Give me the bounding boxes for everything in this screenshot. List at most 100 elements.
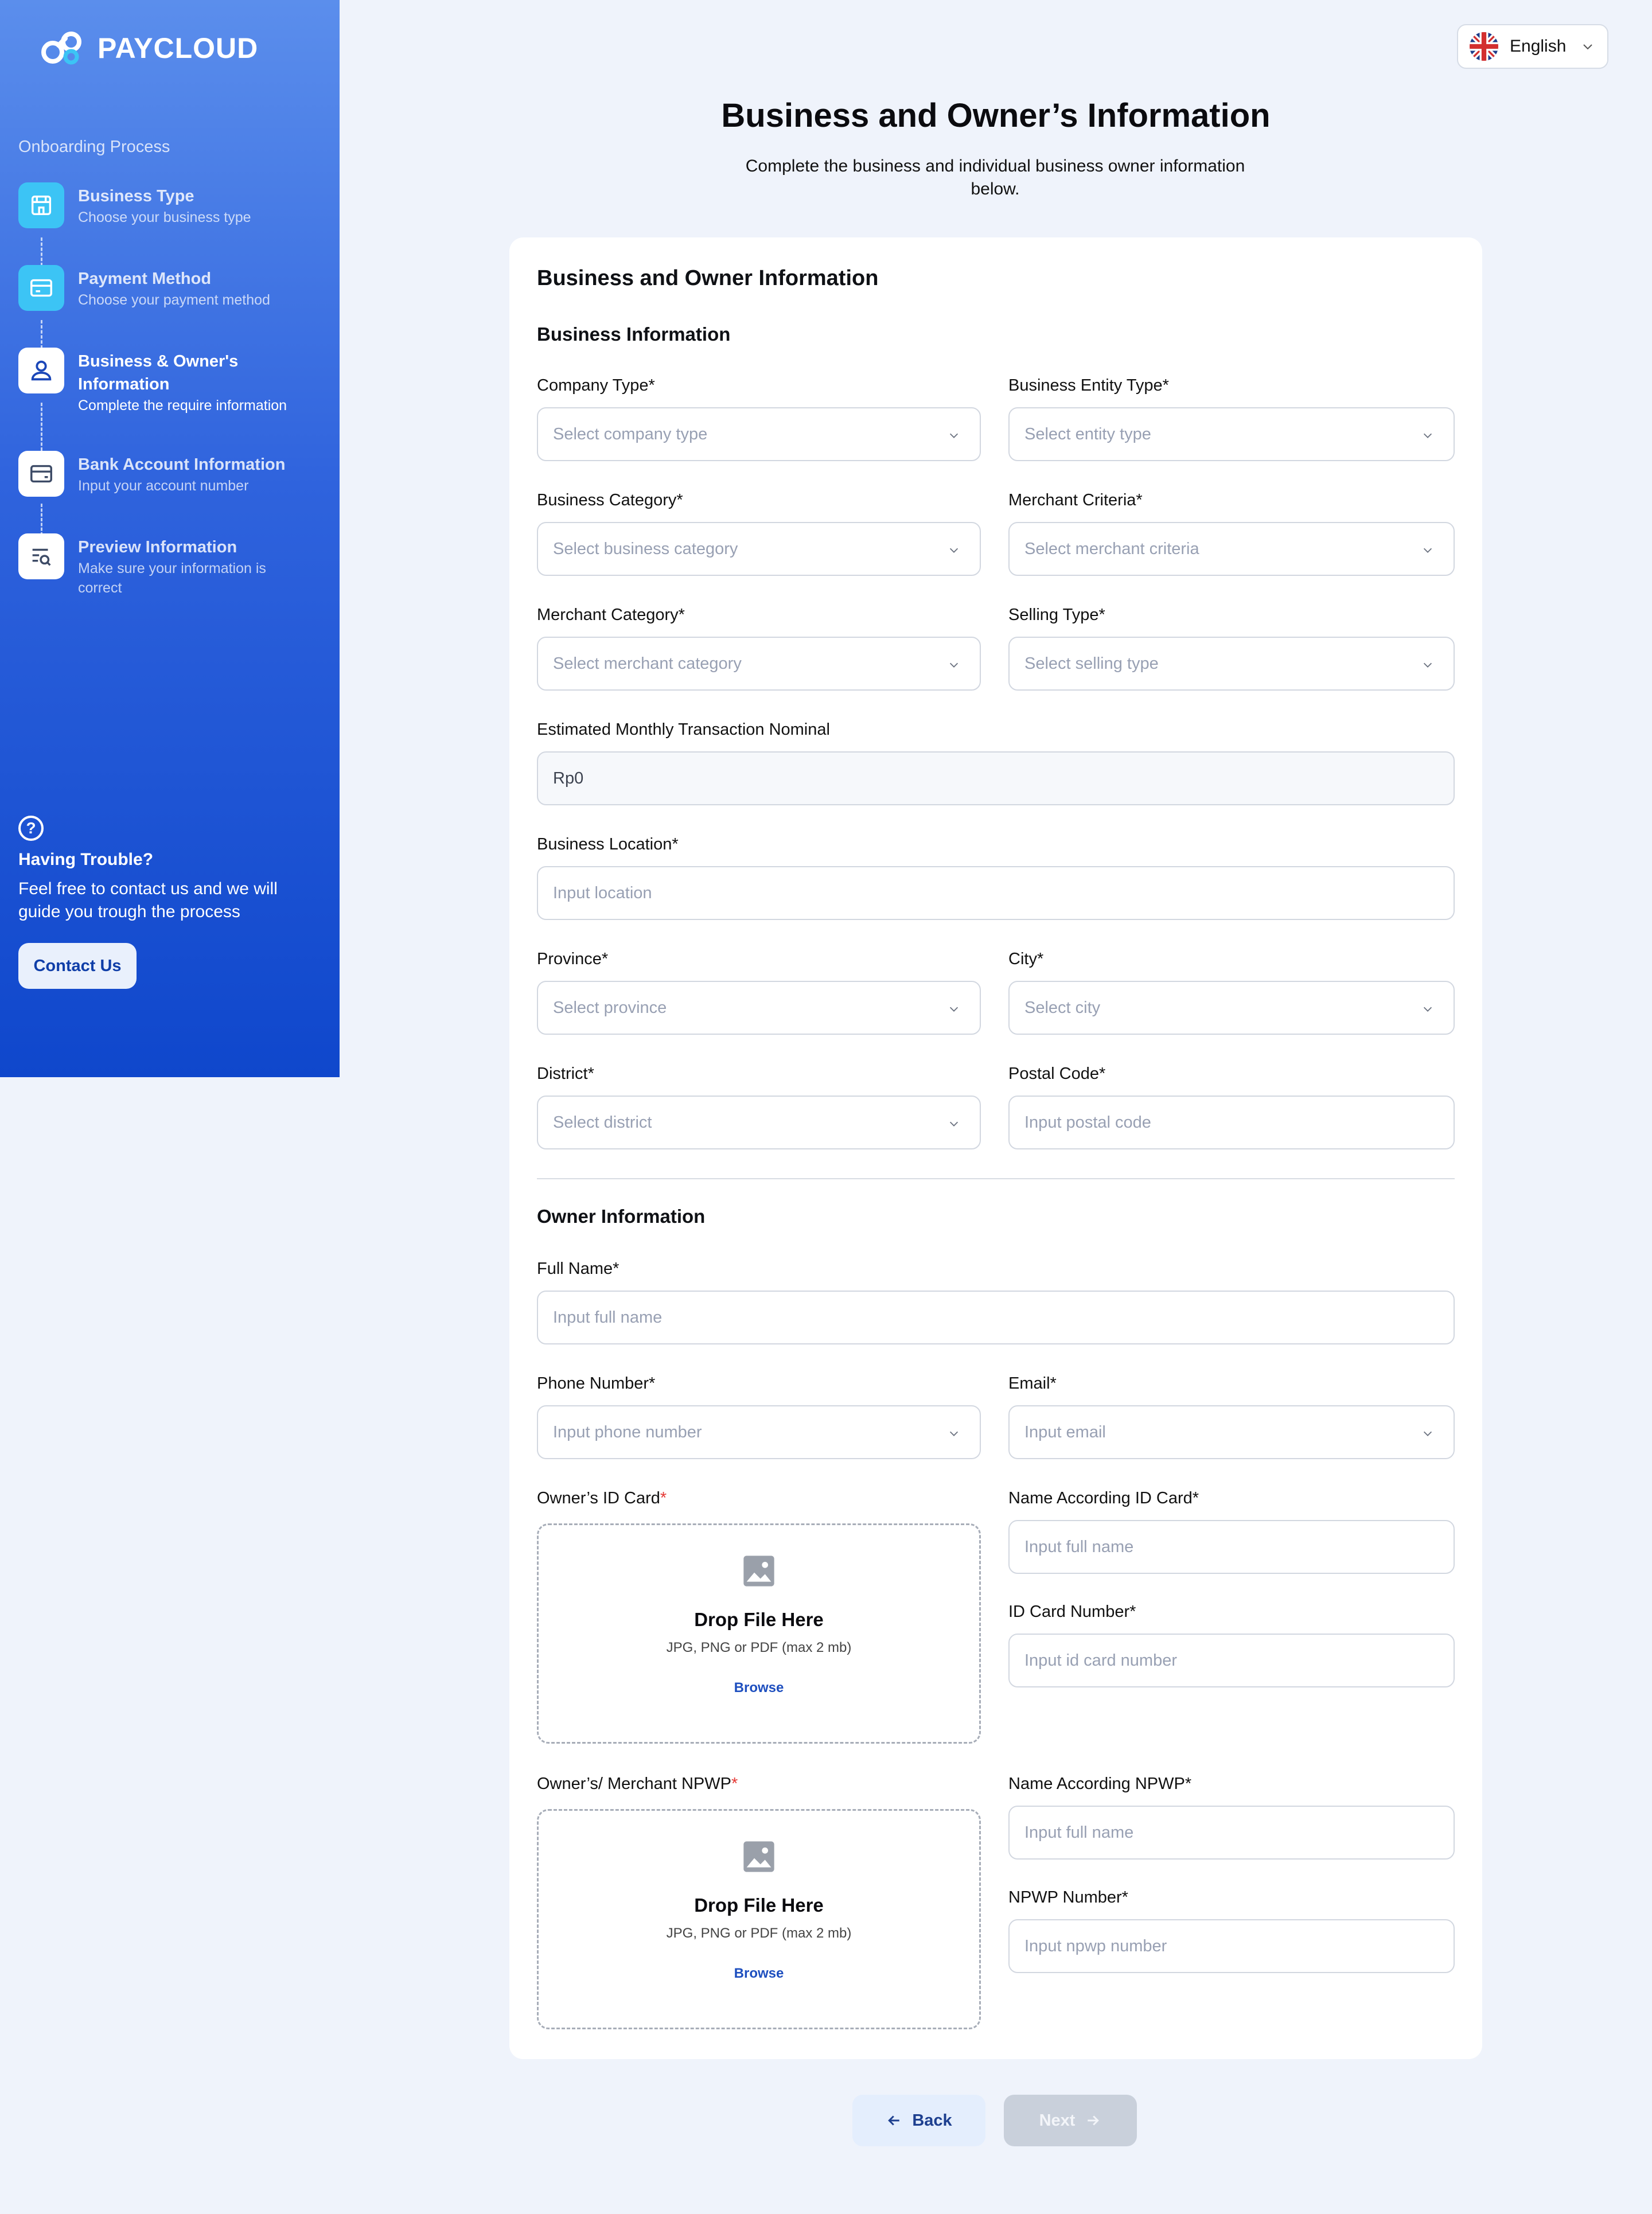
paycloud-logo-icon [41,32,81,65]
back-button[interactable]: Back [852,2095,985,2146]
uk-flag-icon [1470,32,1498,61]
location-label: Business Location* [537,835,679,853]
arrow-right-icon [1088,2115,1100,2126]
monthly-nominal-input[interactable]: Rp0 [537,751,1455,805]
merchant-category-label: Merchant Category* [537,606,685,624]
email-input[interactable]: Input email [1008,1405,1455,1459]
selling-type-select[interactable]: Select selling type [1008,637,1455,691]
language-selector[interactable]: English [1457,24,1608,69]
logo-text: PAYCLOUD [98,32,259,64]
browse-link[interactable]: Browse [734,1966,784,1982]
monthly-nominal-value: Rp0 [553,769,584,788]
full-name-placeholder: Input full name [553,1308,663,1327]
list-search-icon [18,533,64,579]
province-placeholder: Select province [553,998,667,1017]
browse-link[interactable]: Browse [734,1680,784,1696]
entity-type-placeholder: Select entity type [1024,424,1151,443]
id-number-input[interactable]: Input id card number [1008,1634,1455,1687]
wallet-icon [18,451,64,497]
help-desc: Feel free to contact us and we will guid… [18,879,278,921]
step-payment-method[interactable]: Payment Method Choose your payment metho… [18,265,328,311]
npwp-name-input[interactable]: Input full name [1008,1806,1455,1860]
back-label: Back [912,2111,952,2130]
step-connector [41,237,42,266]
chevron-down-icon [1423,1431,1432,1436]
chevron-down-icon [1423,662,1432,668]
province-label: Province* [537,950,609,968]
city-select[interactable]: Select city [1008,981,1455,1035]
card-icon [18,265,64,311]
step-name: Payment Method [78,270,212,288]
store-icon [18,182,64,228]
npwp-dropzone[interactable]: Drop File Here JPG, PNG or PDF (max 2 mb… [537,1809,981,2029]
chevron-down-icon [1423,548,1432,553]
step-name: Business Type [78,187,194,205]
selling-type-placeholder: Select selling type [1024,654,1159,673]
next-button[interactable]: Next [1004,2095,1137,2146]
company-type-label: Company Type* [537,376,655,395]
chevron-down-icon [1423,1007,1432,1012]
monthly-nominal-label: Estimated Monthly Transaction Nominal [537,720,830,739]
full-name-input[interactable]: Input full name [537,1291,1455,1344]
step-business-owner-info[interactable]: Business & Owner's Information Complete … [18,348,328,415]
step-name: Preview Information [78,538,237,556]
company-type-placeholder: Select company type [553,424,708,443]
page-title: Business and Owner’s Information [721,97,1271,134]
form-card: Business and Owner Information Business … [509,237,1482,2059]
phone-input[interactable]: Input phone number [537,1405,981,1459]
selling-type-label: Selling Type* [1008,606,1105,624]
step-desc: Choose your payment method [78,292,270,308]
card-title: Business and Owner Information [537,266,879,290]
district-select[interactable]: Select district [537,1096,981,1149]
full-name-label: Full Name* [537,1260,620,1278]
phone-label: Phone Number* [537,1374,656,1393]
npwp-number-input[interactable]: Input npwp number [1008,1919,1455,1973]
contact-us-button[interactable]: Contact Us [18,943,137,989]
chevron-down-icon [949,1431,959,1436]
city-placeholder: Select city [1024,998,1101,1017]
id-card-dropzone[interactable]: Drop File Here JPG, PNG or PDF (max 2 mb… [537,1523,981,1744]
required-mark: * [660,1489,667,1507]
merchant-category-select[interactable]: Select merchant category [537,637,981,691]
chevron-down-icon [949,433,959,438]
step-preview-information[interactable]: Preview Information Make sure your infor… [18,533,328,598]
chevron-down-icon [949,662,959,668]
chevron-down-icon [1583,44,1592,50]
business-category-placeholder: Select business category [553,539,738,558]
district-placeholder: Select district [553,1113,652,1132]
dropzone-hint: JPG, PNG or PDF (max 2 mb) [666,1925,852,1941]
postal-code-label: Postal Code* [1008,1065,1106,1083]
npwp-name-label: Name According NPWP* [1008,1775,1192,1793]
step-bank-account[interactable]: Bank Account Information Input your acco… [18,451,328,497]
company-type-select[interactable]: Select company type [537,407,981,461]
npwp-label-text: Owner’s/ Merchant NPWP [537,1775,731,1793]
business-category-select[interactable]: Select business category [537,522,981,576]
step-name: Bank Account Information [78,455,286,474]
chevron-down-icon [1423,433,1432,438]
id-name-input[interactable]: Input full name [1008,1520,1455,1574]
help-title: Having Trouble? [18,850,154,869]
entity-type-label: Business Entity Type* [1008,376,1169,395]
user-icon [18,348,64,393]
paycloud-logo[interactable]: PAYCLOUD [36,25,258,71]
npwp-number-placeholder: Input npwp number [1024,1936,1167,1955]
merchant-category-placeholder: Select merchant category [553,654,742,673]
location-input[interactable]: Input location [537,866,1455,920]
page-subtitle: Complete the business and individual bus… [745,157,1245,198]
step-business-type[interactable]: Business Type Choose your business type [18,182,328,228]
business-category-label: Business Category* [537,491,683,509]
chevron-down-icon [949,548,959,553]
city-label: City* [1008,950,1044,968]
email-label: Email* [1008,1374,1057,1393]
merchant-criteria-select[interactable]: Select merchant criteria [1008,522,1455,576]
id-number-placeholder: Input id card number [1024,1651,1177,1670]
id-card-label-text: Owner’s ID Card [537,1489,660,1507]
sidebar: PAYCLOUD Onboarding Process Business Typ… [0,0,340,1077]
postal-code-input[interactable]: Input postal code [1008,1096,1455,1149]
province-select[interactable]: Select province [537,981,981,1035]
npwp-name-placeholder: Input full name [1024,1823,1134,1842]
merchant-criteria-placeholder: Select merchant criteria [1024,539,1199,558]
required-mark: * [731,1775,738,1793]
step-desc: Choose your business type [78,209,251,225]
entity-type-select[interactable]: Select entity type [1008,407,1455,461]
